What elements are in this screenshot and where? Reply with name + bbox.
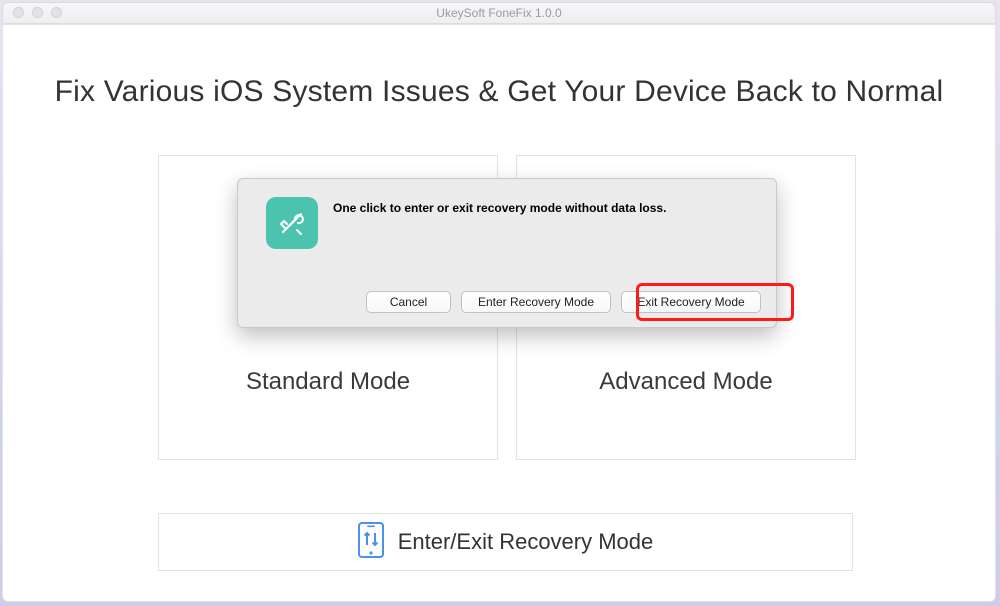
tools-icon <box>266 197 318 249</box>
close-window-button[interactable] <box>13 7 24 18</box>
recovery-mode-bar[interactable]: Enter/Exit Recovery Mode <box>158 513 853 571</box>
page-headline: Fix Various iOS System Issues & Get Your… <box>3 75 995 109</box>
minimize-window-button[interactable] <box>32 7 43 18</box>
standard-mode-label: Standard Mode <box>159 368 497 396</box>
titlebar: UkeySoft FoneFix 1.0.0 <box>2 2 996 24</box>
dialog-buttons: Cancel Enter Recovery Mode Exit Recovery… <box>366 291 761 313</box>
window-title: UkeySoft FoneFix 1.0.0 <box>3 6 995 20</box>
enter-recovery-mode-button[interactable]: Enter Recovery Mode <box>461 291 611 313</box>
recovery-mode-label: Enter/Exit Recovery Mode <box>398 529 654 555</box>
cancel-button[interactable]: Cancel <box>366 291 451 313</box>
phone-sync-icon <box>358 522 384 563</box>
dialog-message: One click to enter or exit recovery mode… <box>333 201 756 215</box>
advanced-mode-label: Advanced Mode <box>517 368 855 396</box>
window-controls <box>13 7 62 18</box>
zoom-window-button[interactable] <box>51 7 62 18</box>
recovery-dialog: One click to enter or exit recovery mode… <box>237 178 777 328</box>
exit-recovery-mode-button[interactable]: Exit Recovery Mode <box>621 291 761 313</box>
